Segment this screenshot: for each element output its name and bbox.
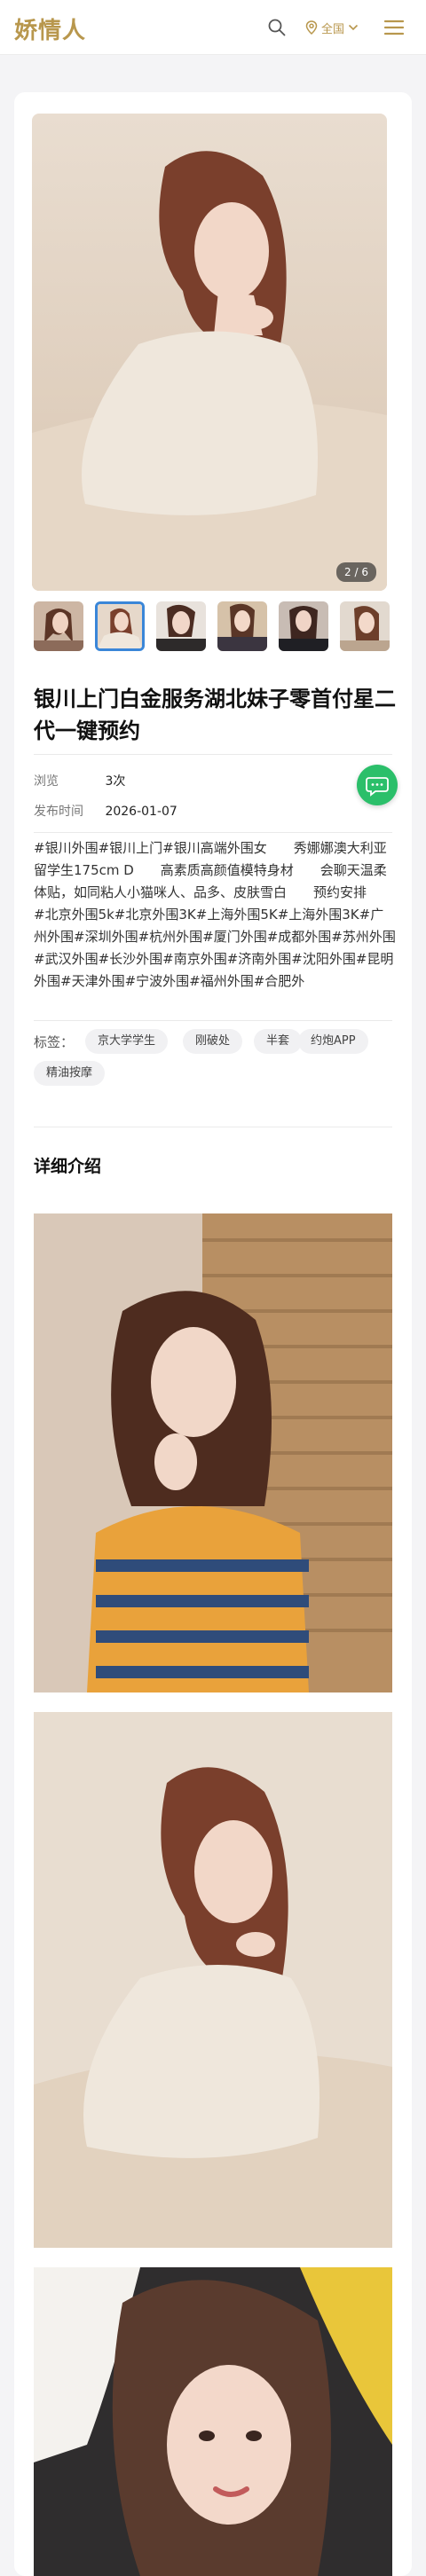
- tag-chip[interactable]: 刚破处: [183, 1029, 243, 1054]
- tag-chip[interactable]: 半套: [254, 1029, 303, 1054]
- search-icon[interactable]: [266, 17, 288, 38]
- tags-label: 标签：: [34, 1034, 75, 1050]
- meta-key: 浏览: [34, 774, 59, 789]
- post-title: 银川上门白金服务湖北妹子零首付星二代一键预约: [34, 687, 396, 743]
- gallery-thumbnail[interactable]: [34, 601, 83, 651]
- detail-photo: [34, 1712, 392, 2248]
- chat-button[interactable]: [357, 765, 398, 805]
- detail-photo: [34, 2267, 392, 2576]
- section-title-details: 详细介绍: [34, 1157, 102, 1176]
- chevron-down-icon: [348, 24, 359, 31]
- map-pin-icon: [305, 20, 318, 35]
- gallery-thumbnails: [34, 601, 392, 653]
- meta-views: 浏览 3次: [34, 772, 125, 789]
- gallery-counter: 2 / 6: [336, 562, 376, 582]
- post-card: 2 / 6 银川上门白金服务湖北妹子零首付星二代一键预约 浏览 3次 发布时间 …: [14, 92, 412, 2576]
- tag-chip[interactable]: 京大学学生: [85, 1029, 169, 1054]
- detail-photo: [34, 1213, 392, 1692]
- hamburger-menu-icon[interactable]: [383, 18, 405, 37]
- tag-chip[interactable]: 精油按摩: [34, 1061, 106, 1086]
- location-label: 全国: [321, 22, 345, 36]
- gallery-thumbnail[interactable]: [279, 601, 328, 651]
- gallery-thumbnail[interactable]: [217, 601, 267, 651]
- chat-bubble-icon: [366, 777, 389, 797]
- top-header: 娇情人 全国: [0, 0, 426, 55]
- gallery-thumbnail[interactable]: [340, 601, 390, 651]
- location-selector[interactable]: 全国: [305, 18, 359, 37]
- portrait-photo: [32, 114, 387, 591]
- divider: [34, 1020, 392, 1021]
- meta-value: 3次: [105, 774, 126, 789]
- gallery-thumbnail[interactable]: [156, 601, 206, 651]
- gallery-main-photo[interactable]: 2 / 6: [32, 114, 387, 591]
- tag-chip[interactable]: 约炮APP: [298, 1029, 368, 1054]
- divider: [34, 754, 392, 755]
- site-logo[interactable]: 娇情人: [14, 12, 86, 45]
- gallery-thumbnail-active[interactable]: [95, 601, 145, 651]
- meta-key: 发布时间: [34, 805, 83, 819]
- meta-value: 2026-01-07: [105, 805, 178, 819]
- post-description: #银川外围#银川上门#银川高端外围女 秀娜娜澳大利亚留学生175cm D 高素质…: [34, 840, 396, 989]
- divider: [34, 832, 392, 833]
- meta-publish-date: 发布时间 2026-01-07: [34, 802, 178, 820]
